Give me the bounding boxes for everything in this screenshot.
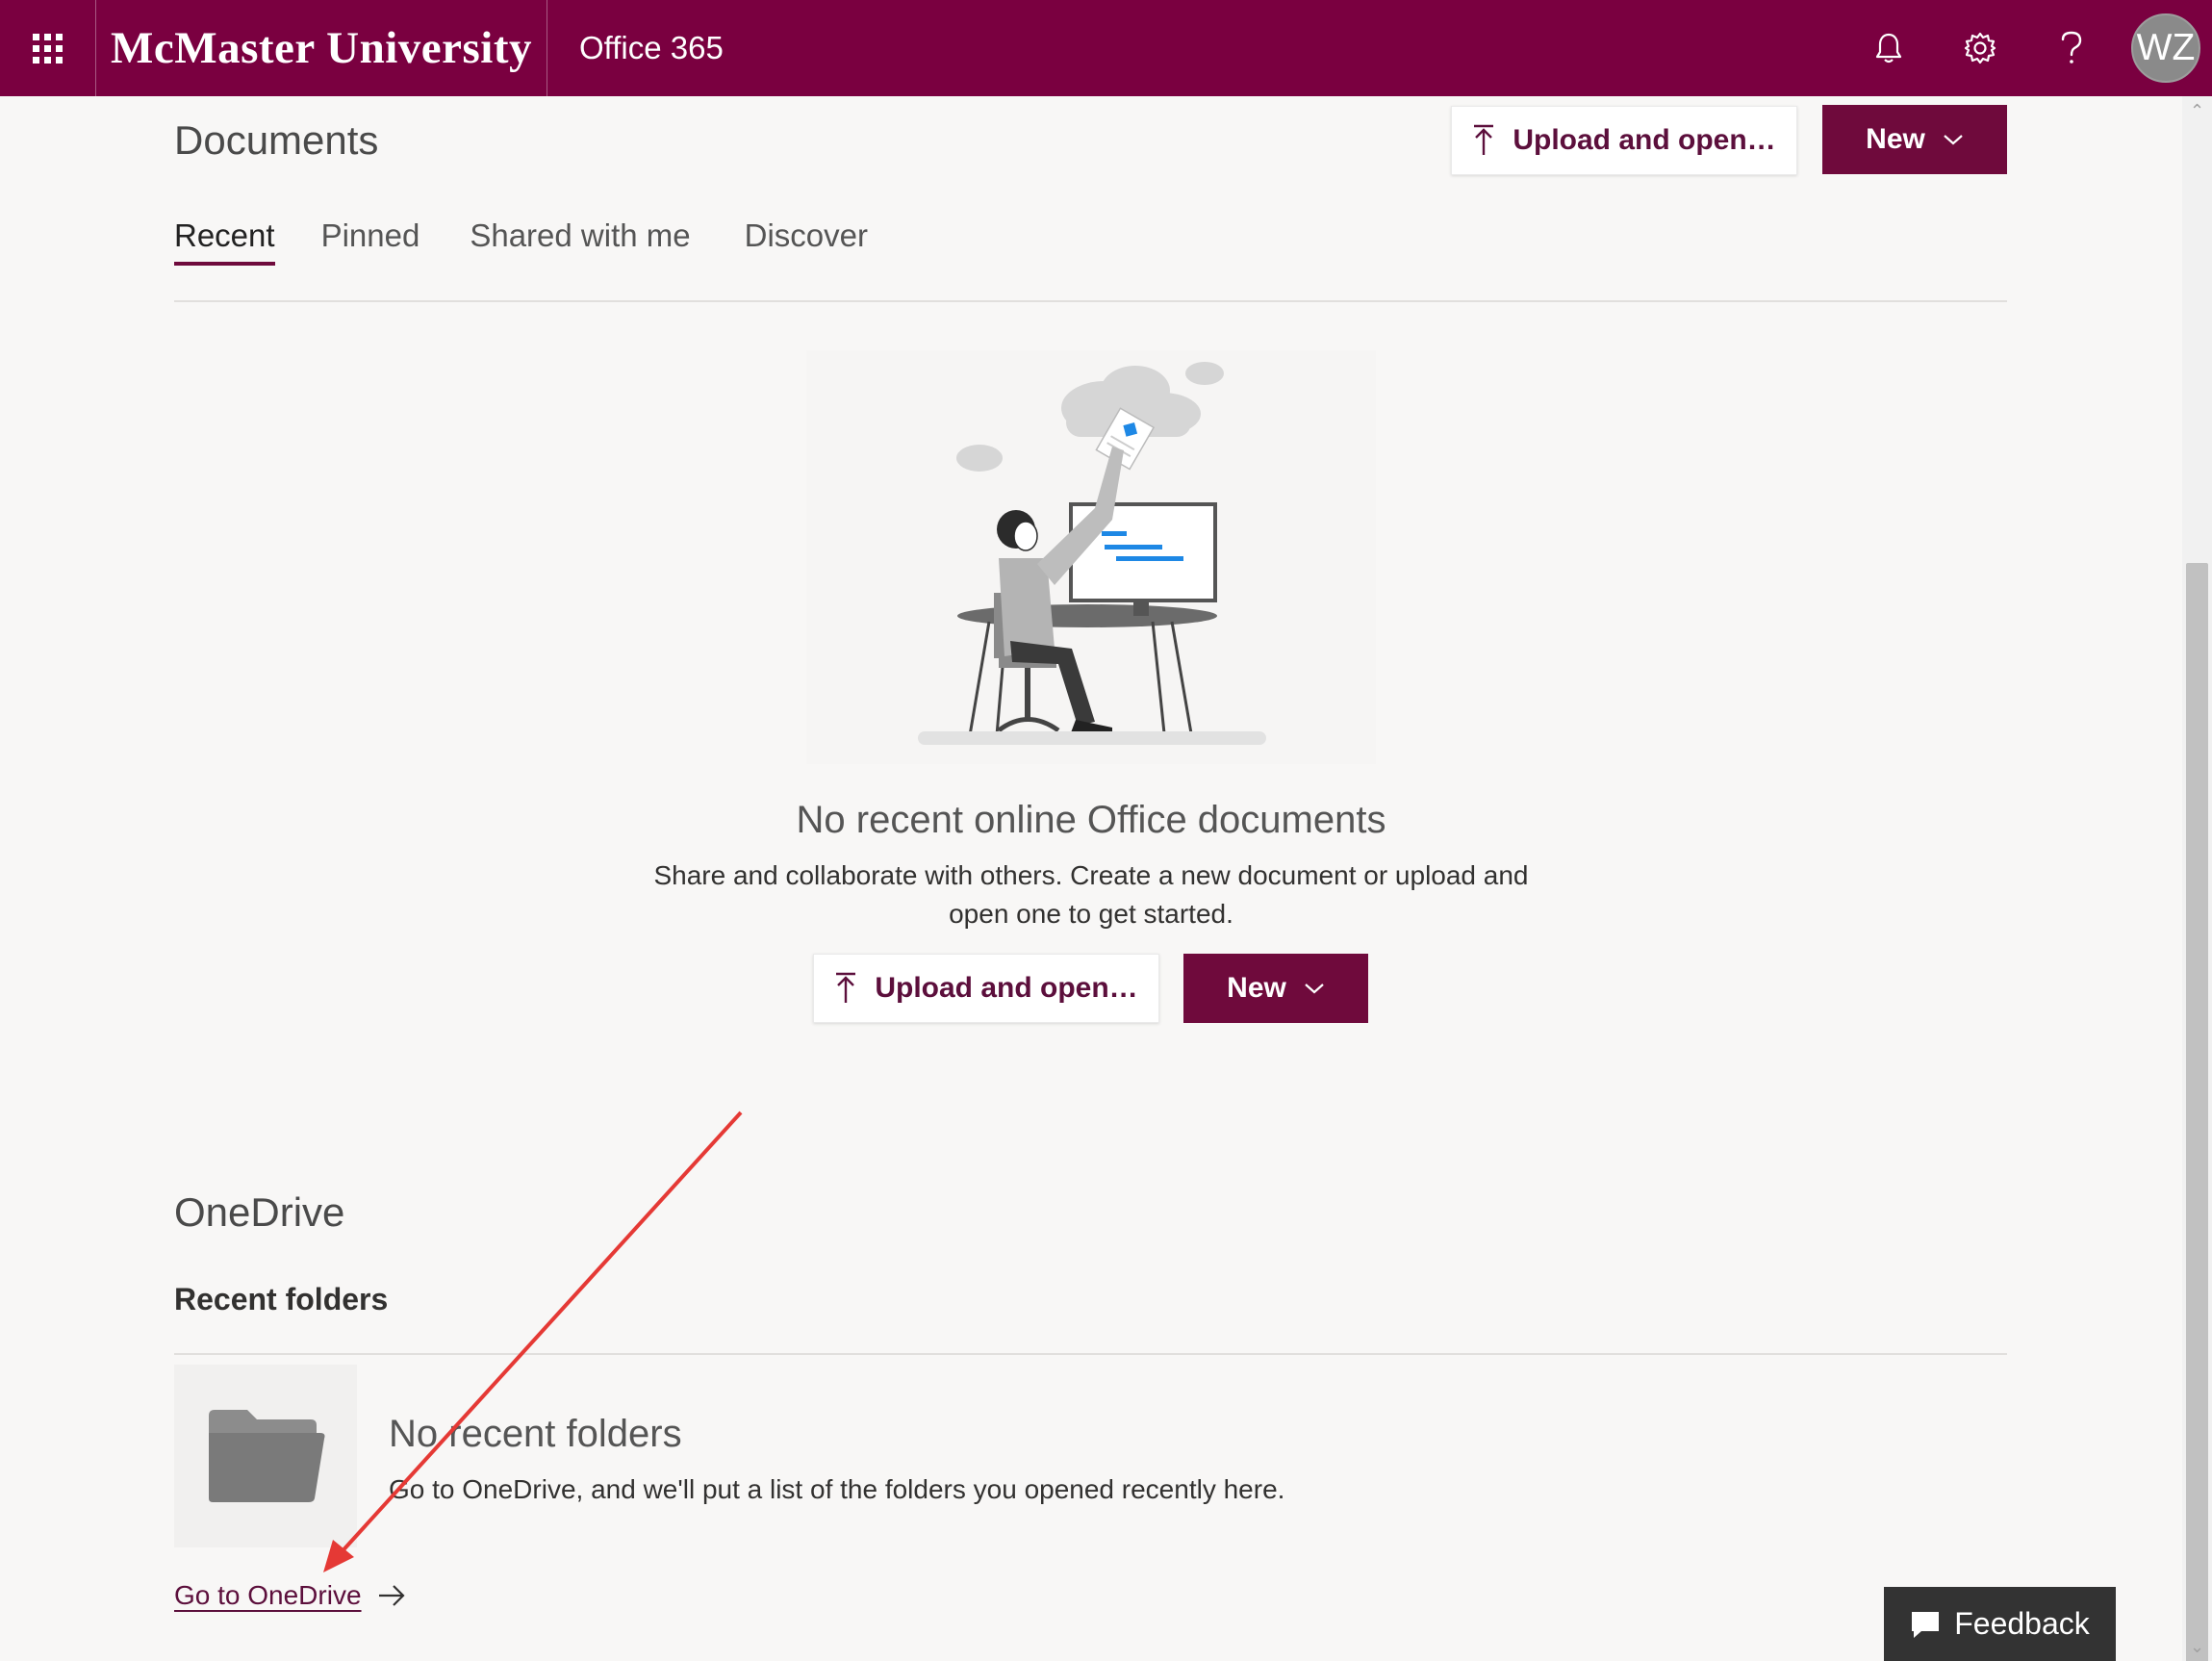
recent-folders-heading: Recent folders — [174, 1282, 389, 1316]
top-bar: McMaster University Office 365 WZ — [0, 0, 2212, 96]
new-button[interactable]: New — [1822, 105, 2007, 174]
scroll-thumb[interactable] — [2186, 563, 2208, 1661]
empty-upload-and-open-button[interactable]: Upload and open… — [813, 954, 1159, 1023]
app-name[interactable]: Office 365 — [579, 0, 724, 96]
tab-pinned[interactable]: Pinned — [321, 217, 420, 266]
documents-title: Documents — [174, 117, 379, 163]
avatar[interactable]: WZ — [2131, 13, 2200, 83]
chevron-down-icon — [1944, 135, 1963, 145]
scrollbar[interactable]: ⌃ ⌄ — [2182, 96, 2212, 1661]
upload-button-label: Upload and open… — [1513, 124, 1776, 156]
upload-icon — [1474, 124, 1494, 155]
upload-and-open-button[interactable]: Upload and open… — [1451, 106, 1797, 175]
tab-discover[interactable]: Discover — [745, 217, 868, 266]
empty-documents-body: Share and collaborate with others. Creat… — [653, 860, 1529, 929]
recent-folders-divider — [174, 1353, 2007, 1355]
scroll-up-icon[interactable]: ⌃ — [2182, 96, 2212, 125]
tabs-divider — [174, 300, 2007, 302]
scroll-down-icon[interactable]: ⌄ — [2182, 1632, 2212, 1661]
folder-placeholder — [174, 1365, 357, 1547]
waffle-icon — [33, 33, 63, 64]
help-button[interactable] — [2033, 0, 2110, 96]
brand-text: McMaster University — [110, 23, 532, 73]
go-to-onedrive-label: Go to OneDrive — [174, 1580, 362, 1610]
empty-new-button-label: New — [1227, 972, 1286, 1004]
feedback-button[interactable]: Feedback — [1884, 1587, 2116, 1661]
empty-new-button[interactable]: New — [1183, 954, 1368, 1023]
university-logo[interactable]: McMaster University — [96, 0, 547, 96]
new-button-label: New — [1866, 123, 1925, 155]
help-icon — [2061, 31, 2082, 64]
documents-tabs: Recent Pinned Shared with me Discover — [174, 217, 868, 266]
onedrive-title: OneDrive — [174, 1189, 345, 1235]
settings-button[interactable] — [1942, 0, 2019, 96]
no-recent-folders-body: Go to OneDrive, and we'll put a list of … — [389, 1474, 1285, 1504]
folder-icon — [209, 1410, 325, 1502]
chevron-down-icon — [1305, 984, 1324, 994]
notifications-button[interactable] — [1850, 0, 1927, 96]
feedback-label: Feedback — [1954, 1606, 2090, 1641]
tab-shared-with-me[interactable]: Shared with me — [470, 217, 690, 266]
empty-upload-button-label: Upload and open… — [875, 972, 1138, 1004]
upload-icon — [836, 972, 856, 1003]
comment-icon — [1912, 1611, 1940, 1638]
empty-documents-illustration — [806, 350, 1376, 764]
bell-icon — [1875, 33, 1902, 64]
gear-icon — [1964, 32, 1996, 64]
app-launcher-button[interactable] — [0, 0, 96, 96]
tab-recent[interactable]: Recent — [174, 217, 275, 266]
empty-documents-title: No recent online Office documents — [796, 799, 1386, 841]
no-recent-folders-title: No recent folders — [389, 1413, 682, 1455]
arrow-right-icon — [378, 1585, 405, 1606]
go-to-onedrive-link[interactable]: Go to OneDrive — [174, 1580, 406, 1611]
